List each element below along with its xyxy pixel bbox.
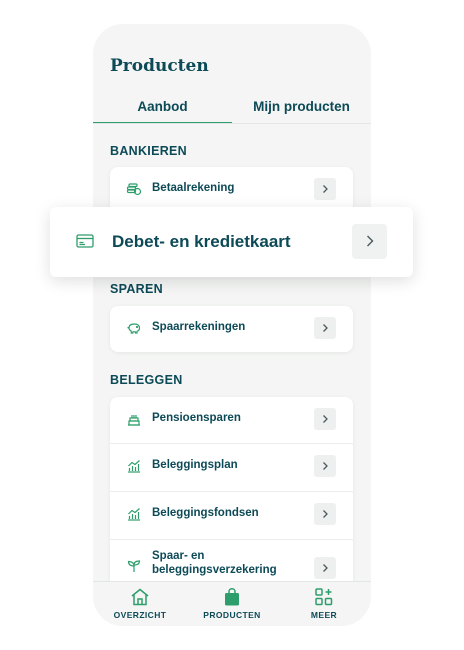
bottom-nav: OVERZICHT PRODUCTEN MEER (93, 581, 371, 626)
nav-item-overzicht[interactable]: OVERZICHT (100, 588, 180, 620)
list-item-beleggingsfondsen[interactable]: Beleggingsfondsen (110, 492, 353, 538)
chevron-right-icon[interactable] (352, 224, 387, 259)
section-title-sparen: SPAREN (110, 282, 163, 296)
list-item-beleggingsplan[interactable]: Beleggingsplan (110, 444, 353, 490)
list-item-label: Beleggingsfondsen (152, 507, 259, 519)
list-item-label: Pensioensparen (152, 412, 241, 424)
list-item-label: Betaalrekening (152, 182, 235, 194)
sprout-icon (127, 560, 141, 572)
tab-bar: Aanbod Mijn producten (93, 98, 371, 124)
piggy-bank-icon (127, 323, 141, 334)
chevron-right-icon[interactable] (314, 408, 336, 430)
growth-chart-icon (128, 508, 140, 521)
chevron-right-icon[interactable] (314, 317, 336, 339)
growth-chart-icon (128, 460, 140, 473)
sparen-card: Spaarrekeningen (110, 306, 353, 352)
tab-mijn-producten[interactable]: Mijn producten (232, 98, 371, 122)
chevron-right-icon[interactable] (314, 557, 336, 579)
chevron-right-icon[interactable] (314, 503, 336, 525)
nav-item-meer[interactable]: MEER (284, 588, 364, 620)
page-title: Producten (110, 56, 209, 76)
nav-label: MEER (310, 610, 338, 620)
list-item-spaarrekeningen[interactable]: Spaarrekeningen (110, 306, 353, 352)
highlight-card-label: Debet- en kredietkaart (112, 232, 291, 251)
list-item-pensioensparen[interactable]: Pensioensparen (110, 397, 353, 443)
beleggen-card: Pensioensparen Beleggingsplan Beleggings… (110, 397, 353, 597)
chevron-right-icon[interactable] (314, 178, 336, 200)
nav-item-producten[interactable]: PRODUCTEN (192, 588, 272, 620)
tab-divider (93, 123, 371, 124)
grid-plus-icon (315, 588, 333, 606)
list-item-label: Beleggingsplan (152, 459, 238, 471)
chevron-right-icon[interactable] (314, 455, 336, 477)
list-item-label: Spaar- en beleggingsverzekering (152, 550, 277, 576)
section-title-bankieren: BANKIEREN (110, 144, 188, 158)
home-icon (131, 588, 149, 606)
nav-label: OVERZICHT (113, 610, 167, 620)
cake-icon (128, 415, 140, 426)
section-title-beleggen: BELEGGEN (110, 373, 183, 387)
list-item-label: Spaarrekeningen (152, 321, 246, 333)
tab-aanbod[interactable]: Aanbod (93, 98, 232, 124)
phone-screen: Producten Aanbod Mijn producten BANKIERE… (93, 24, 371, 626)
credit-card-icon (76, 234, 94, 248)
coins-icon (126, 183, 142, 196)
nav-label: PRODUCTEN (203, 610, 261, 620)
shopping-bag-icon (225, 588, 239, 606)
highlight-card-debet-kredietkaart[interactable]: Debet- en kredietkaart (50, 207, 413, 277)
